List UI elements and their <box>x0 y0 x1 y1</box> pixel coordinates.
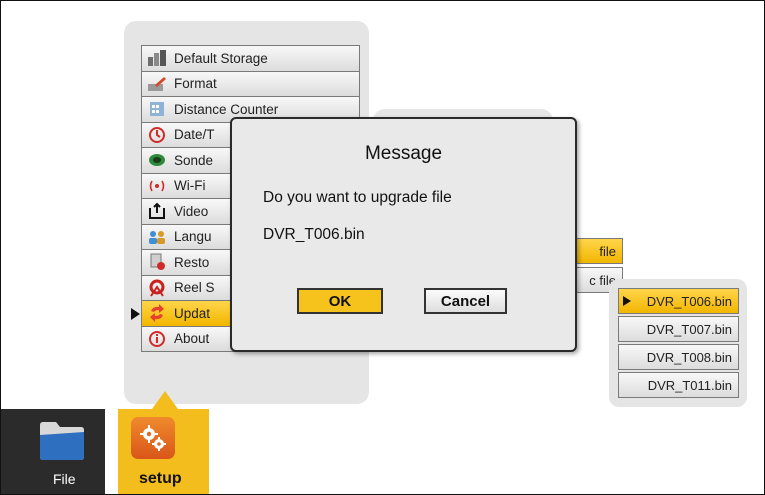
update-source-label: file <box>599 243 616 259</box>
menu-item-label: Date/T <box>174 127 215 143</box>
wifi-icon <box>146 176 168 196</box>
selection-pointer-icon <box>131 308 140 320</box>
menu-item-format[interactable]: Format <box>141 70 360 97</box>
file-list-item[interactable]: DVR_T007.bin <box>618 316 739 342</box>
dock-file-label: File <box>53 471 76 487</box>
format-icon <box>146 74 168 94</box>
file-list-item[interactable]: DVR_T011.bin <box>618 372 739 398</box>
file-name: DVR_T007.bin <box>646 321 732 337</box>
file-list-item[interactable]: DVR_T008.bin <box>618 344 739 370</box>
file-name: DVR_T006.bin <box>646 293 732 309</box>
menu-item-label: Langu <box>174 229 212 245</box>
menu-item-default-storage[interactable]: Default Storage <box>141 45 360 72</box>
menu-item-label: Reel S <box>174 280 215 296</box>
menu-item-label: Format <box>174 76 217 92</box>
active-tab-indicator <box>152 391 178 409</box>
file-list-item[interactable]: DVR_T006.bin <box>618 288 739 314</box>
reel-icon <box>146 278 168 298</box>
language-icon <box>146 227 168 247</box>
info-icon <box>146 329 168 349</box>
menu-item-label: Resto <box>174 254 210 270</box>
folder-icon <box>38 419 86 461</box>
video-output-icon <box>146 201 168 221</box>
selection-pointer-icon <box>623 296 631 306</box>
file-name: DVR_T011.bin <box>647 377 732 393</box>
clock-icon <box>146 125 168 145</box>
ok-button[interactable]: OK <box>297 288 383 314</box>
dialog-filename: DVR_T006.bin <box>263 226 365 243</box>
dock-file-button[interactable]: File <box>1 409 105 494</box>
gears-icon <box>131 417 175 459</box>
dialog-message: Do you want to upgrade file <box>263 189 452 206</box>
menu-item-label: Default Storage <box>174 50 268 66</box>
menu-item-label: Video <box>174 203 209 219</box>
file-name: DVR_T008.bin <box>646 349 732 365</box>
storage-icon <box>146 48 168 68</box>
update-icon <box>146 303 168 323</box>
menu-item-label: Sonde <box>174 152 214 168</box>
dialog-title: Message <box>364 143 443 164</box>
restore-icon <box>146 252 168 272</box>
menu-item-label: Distance Counter <box>174 101 279 117</box>
cancel-button[interactable]: Cancel <box>424 288 507 314</box>
menu-item-label: Wi-Fi <box>174 178 206 194</box>
bottom-dock: File setup <box>1 409 209 494</box>
menu-item-label: About <box>174 331 210 347</box>
distance-counter-icon <box>146 99 168 119</box>
dock-setup-label: setup <box>139 470 182 487</box>
message-dialog: Message Do you want to upgrade file DVR_… <box>230 117 577 352</box>
screen: Default Storage Format Distance Counter … <box>0 0 765 495</box>
sonde-icon <box>146 150 168 170</box>
menu-item-label: Updat <box>174 305 211 321</box>
dock-setup-button[interactable]: setup <box>118 409 209 494</box>
